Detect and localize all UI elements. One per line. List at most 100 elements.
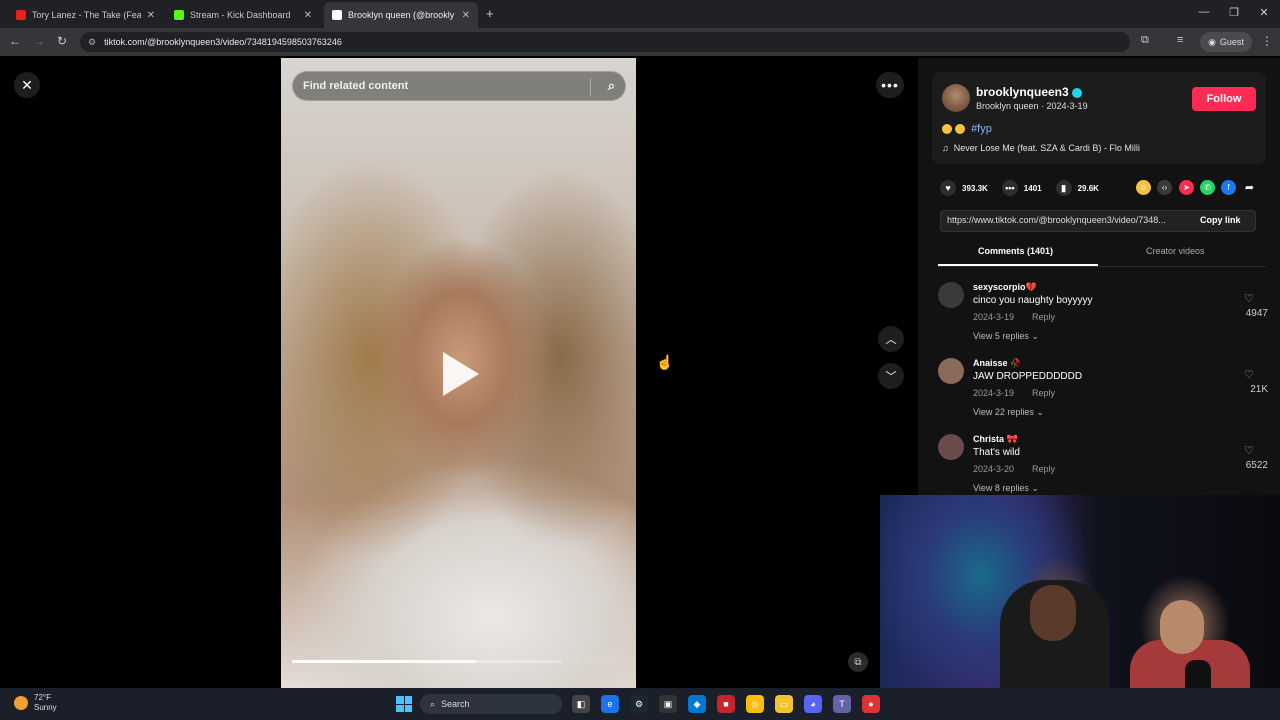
heart-icon[interactable]: ♡ — [1244, 444, 1254, 457]
play-icon[interactable] — [443, 352, 479, 396]
reply-button[interactable]: Reply — [1032, 312, 1055, 322]
avatar[interactable] — [938, 358, 964, 384]
app-badge-icon[interactable]: ● — [862, 695, 880, 713]
close-window-icon[interactable]: ✕ — [1256, 6, 1272, 19]
comment-text: JAW DROPPEDDDDDD — [973, 371, 1083, 382]
comment-item: sexyscorpio💔 cinco you naughty boyyyyy 2… — [938, 282, 1268, 346]
steam-icon[interactable]: ⚙ — [630, 695, 648, 713]
copy-link-button[interactable]: Copy link — [1200, 215, 1241, 225]
search-placeholder: Find related content — [303, 80, 409, 92]
like-count: 393.3K — [962, 183, 988, 193]
avatar[interactable] — [942, 84, 970, 112]
discord-icon[interactable]: ◕ — [804, 695, 822, 713]
restore-icon[interactable]: ❐ — [1226, 6, 1242, 19]
report-icon[interactable]: ⧉ — [848, 652, 868, 672]
comment-username[interactable]: Christa 🎀 — [973, 434, 1018, 445]
tab-creator-videos[interactable]: Creator videos — [1146, 246, 1205, 256]
reply-button[interactable]: Reply — [1032, 388, 1055, 398]
username-text: brooklynqueen3 — [976, 85, 1069, 99]
tab-comments[interactable]: Comments (1401) — [978, 246, 1053, 256]
profile-button[interactable]: ◉ Guest — [1200, 32, 1252, 52]
heart-icon[interactable]: ♡ — [1244, 368, 1254, 381]
embed-icon[interactable]: ‹› — [1157, 180, 1172, 195]
browser-menu-icon[interactable]: ⋮ — [1261, 34, 1273, 48]
save-count: 29.6K — [1077, 183, 1099, 193]
tab-tiktok[interactable]: Brooklyn queen (@brookly ✕ — [324, 2, 478, 28]
close-tab-icon[interactable]: ✕ — [304, 10, 312, 21]
engagement-stats: ♥ 393.3K ••• 1401 ▮ 29.6K — [940, 180, 1113, 196]
comment-meta: 2024-3-19 Reply — [973, 388, 1055, 398]
new-tab-icon[interactable]: + — [486, 6, 494, 21]
edge-icon[interactable]: e — [601, 695, 619, 713]
comment-username[interactable]: Anaisse 🥀 — [973, 358, 1021, 369]
app-red-icon[interactable]: ■ — [717, 695, 735, 713]
reply-button[interactable]: Reply — [1032, 464, 1055, 474]
send-icon[interactable]: ➤ — [1179, 180, 1194, 195]
weather-widget[interactable]: 72°F Sunny — [14, 693, 57, 713]
site-info-icon[interactable]: ⚙ — [88, 37, 96, 48]
youtube-icon — [16, 10, 26, 20]
chevron-up-icon[interactable]: ︿ — [878, 326, 904, 352]
close-tab-icon[interactable]: ✕ — [147, 10, 155, 21]
taskview-icon[interactable]: ◧ — [572, 695, 590, 713]
search-icon[interactable]: ⌕ — [608, 78, 615, 94]
install-app-icon[interactable]: ⧉ — [1141, 34, 1149, 47]
view-replies-button[interactable]: View 8 replies ⌄ — [973, 483, 1039, 494]
back-icon[interactable]: ← — [9, 34, 21, 48]
tab-title: Stream - Kick Dashboard — [190, 10, 291, 20]
reload-icon[interactable]: ↻ — [57, 34, 67, 48]
view-replies-button[interactable]: View 5 replies ⌄ — [973, 331, 1039, 342]
hashtag-link[interactable]: #fyp — [971, 123, 992, 135]
comment-date: 2024-3-19 — [973, 312, 1015, 322]
chevron-down-icon[interactable]: ﹀ — [878, 363, 904, 389]
file-explorer-icon[interactable]: ▭ — [775, 695, 793, 713]
author-subline: Brooklyn queen · 2024-3-19 — [976, 101, 1088, 111]
taskbar-search[interactable]: ⌕ Search — [420, 694, 562, 714]
comment-date: 2024-3-19 — [973, 388, 1015, 398]
comment-item: Christa 🎀 That's wild 2024-3-20 Reply Vie… — [938, 434, 1268, 496]
close-icon[interactable]: ✕ — [14, 72, 40, 98]
comment-text: That's wild — [973, 447, 1020, 458]
bookmark-icon[interactable]: ▮ — [1055, 180, 1072, 196]
author-username[interactable]: brooklynqueen3 — [976, 85, 1082, 99]
tab-youtube[interactable]: Tory Lanez - The Take (Feat. Ch ✕ — [8, 2, 163, 28]
comment-icon[interactable]: ••• — [1001, 180, 1018, 196]
media-control-icon[interactable]: ≡ — [1177, 34, 1183, 46]
comment-count: 1401 — [1023, 183, 1042, 193]
video-progress-fill — [292, 660, 476, 663]
taskbar-search-label: Search — [441, 699, 470, 709]
share-icon[interactable]: ➦ — [1242, 180, 1257, 195]
more-options-icon[interactable]: ••• — [876, 72, 904, 98]
chrome-icon[interactable]: ◎ — [746, 695, 764, 713]
tab-divider — [938, 266, 1266, 267]
url-bar[interactable]: ⚙ tiktok.com/@brooklynqueen3/video/73481… — [80, 32, 1130, 52]
comment-meta: 2024-3-20 Reply — [973, 464, 1055, 474]
avatar[interactable] — [938, 434, 964, 460]
comment-like-count: 6522 — [1245, 460, 1268, 471]
minimize-icon[interactable]: — — [1196, 6, 1212, 18]
heart-icon[interactable]: ♡ — [1244, 292, 1254, 305]
music-link[interactable]: ♫ Never Lose Me (feat. SZA & Cardi B) - … — [942, 143, 1140, 153]
verified-icon — [1071, 87, 1082, 98]
heart-icon[interactable]: ♥ — [940, 180, 956, 196]
sun-icon — [14, 696, 28, 710]
facebook-icon[interactable]: f — [1221, 180, 1236, 195]
repost-icon[interactable]: ☺ — [1136, 180, 1151, 195]
avatar[interactable] — [938, 282, 964, 308]
streamer-face — [1030, 585, 1076, 641]
divider — [590, 78, 591, 96]
whatsapp-icon[interactable]: ✆ — [1200, 180, 1215, 195]
forward-icon[interactable]: → — [33, 34, 45, 48]
comment-username[interactable]: sexyscorpio💔 — [973, 282, 1037, 293]
view-replies-button[interactable]: View 22 replies ⌄ — [973, 407, 1044, 418]
store-icon[interactable]: ◆ — [688, 695, 706, 713]
find-related-search[interactable]: Find related content ⌕ — [292, 71, 626, 101]
video-progress-bar[interactable] — [292, 660, 562, 663]
teams-icon[interactable]: T — [833, 695, 851, 713]
follow-button[interactable]: Follow — [1192, 87, 1256, 111]
emoji-icon — [942, 124, 952, 135]
windows-start-icon[interactable] — [396, 696, 412, 712]
tab-kick[interactable]: Stream - Kick Dashboard ✕ — [166, 2, 320, 28]
app-icon[interactable]: ▣ — [659, 695, 677, 713]
close-tab-icon[interactable]: ✕ — [462, 10, 470, 21]
